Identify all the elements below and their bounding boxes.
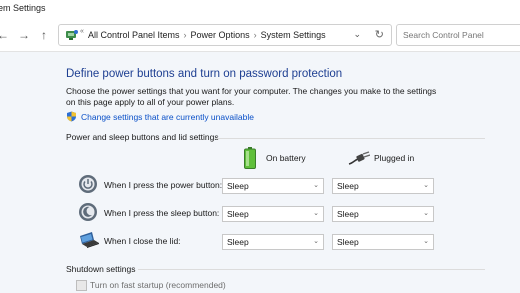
search-placeholder: Search Control Panel xyxy=(403,30,484,40)
main-content: Define power buttons and turn on passwor… xyxy=(0,52,520,293)
title-bar: em Settings xyxy=(0,0,520,20)
close-lid-label: When I close the lid: xyxy=(104,236,181,246)
sleep-button-icon xyxy=(79,203,97,221)
shutdown-settings-title: Shutdown settings xyxy=(66,264,136,274)
back-button[interactable]: ← xyxy=(0,28,10,42)
close-lid-plugged-select[interactable]: Sleep ⌄ xyxy=(332,234,434,250)
page-title: Define power buttons and turn on passwor… xyxy=(66,68,343,80)
select-value: Sleep xyxy=(227,237,249,247)
select-value: Sleep xyxy=(337,181,359,191)
battery-icon xyxy=(244,147,256,169)
power-button-plugged-select[interactable]: Sleep ⌄ xyxy=(332,178,434,194)
breadcrumb-system-settings[interactable]: System Settings xyxy=(261,30,326,40)
power-buttons-group-title: Power and sleep buttons and lid settings xyxy=(66,132,219,142)
fast-startup-checkbox[interactable] xyxy=(76,280,87,291)
power-button-label: When I press the power button: xyxy=(104,180,223,190)
navigation-bar: ← → ↑ « All Control Panel Items › Power Op… xyxy=(0,20,520,52)
window-title: em Settings xyxy=(0,3,46,13)
group-divider xyxy=(215,138,485,139)
breadcrumb-separator: › xyxy=(183,30,187,40)
chevron-down-icon: ⌄ xyxy=(313,182,319,189)
change-settings-link[interactable]: Change settings that are currently unava… xyxy=(81,112,254,122)
address-bar[interactable]: « All Control Panel Items › Power Options ›… xyxy=(58,24,392,46)
select-value: Sleep xyxy=(227,181,249,191)
forward-button[interactable]: → xyxy=(17,28,31,42)
shutdown-divider xyxy=(138,269,485,270)
breadcrumb-power-options[interactable]: Power Options xyxy=(191,30,250,40)
select-value: Sleep xyxy=(227,209,249,219)
breadcrumb: All Control Panel Items › Power Options › Sy… xyxy=(88,30,326,40)
sleep-button-label: When I press the sleep button: xyxy=(104,208,220,218)
up-button[interactable]: ↑ xyxy=(37,28,51,42)
select-value: Sleep xyxy=(337,237,359,247)
breadcrumb-separator: › xyxy=(253,30,257,40)
refresh-icon[interactable]: ↻ xyxy=(375,28,384,41)
power-button-icon xyxy=(79,175,97,193)
chevron-down-icon: ⌄ xyxy=(423,182,429,189)
address-overflow[interactable]: « xyxy=(80,28,84,35)
laptop-lid-icon xyxy=(80,232,99,248)
search-input[interactable]: Search Control Panel xyxy=(396,24,520,46)
chevron-down-icon: ⌄ xyxy=(313,238,319,245)
page-description: Choose the power settings that you want … xyxy=(66,86,437,107)
chevron-down-icon: ⌄ xyxy=(423,238,429,245)
sleep-button-battery-select[interactable]: Sleep ⌄ xyxy=(222,206,324,222)
select-value: Sleep xyxy=(337,209,359,219)
sleep-button-plugged-select[interactable]: Sleep ⌄ xyxy=(332,206,434,222)
control-panel-icon xyxy=(66,30,78,40)
on-battery-label: On battery xyxy=(266,153,306,163)
chevron-down-icon: ⌄ xyxy=(313,210,319,217)
plugged-in-label: Plugged in xyxy=(374,153,415,163)
chevron-down-icon: ⌄ xyxy=(423,210,429,217)
breadcrumb-all-items[interactable]: All Control Panel Items xyxy=(88,30,180,40)
power-button-battery-select[interactable]: Sleep ⌄ xyxy=(222,178,324,194)
chevron-down-icon[interactable]: ⌄ xyxy=(353,29,361,40)
close-lid-battery-select[interactable]: Sleep ⌄ xyxy=(222,234,324,250)
fast-startup-label: Turn on fast startup (recommended) xyxy=(90,280,226,290)
shield-icon xyxy=(67,111,76,122)
plug-icon xyxy=(348,151,370,165)
